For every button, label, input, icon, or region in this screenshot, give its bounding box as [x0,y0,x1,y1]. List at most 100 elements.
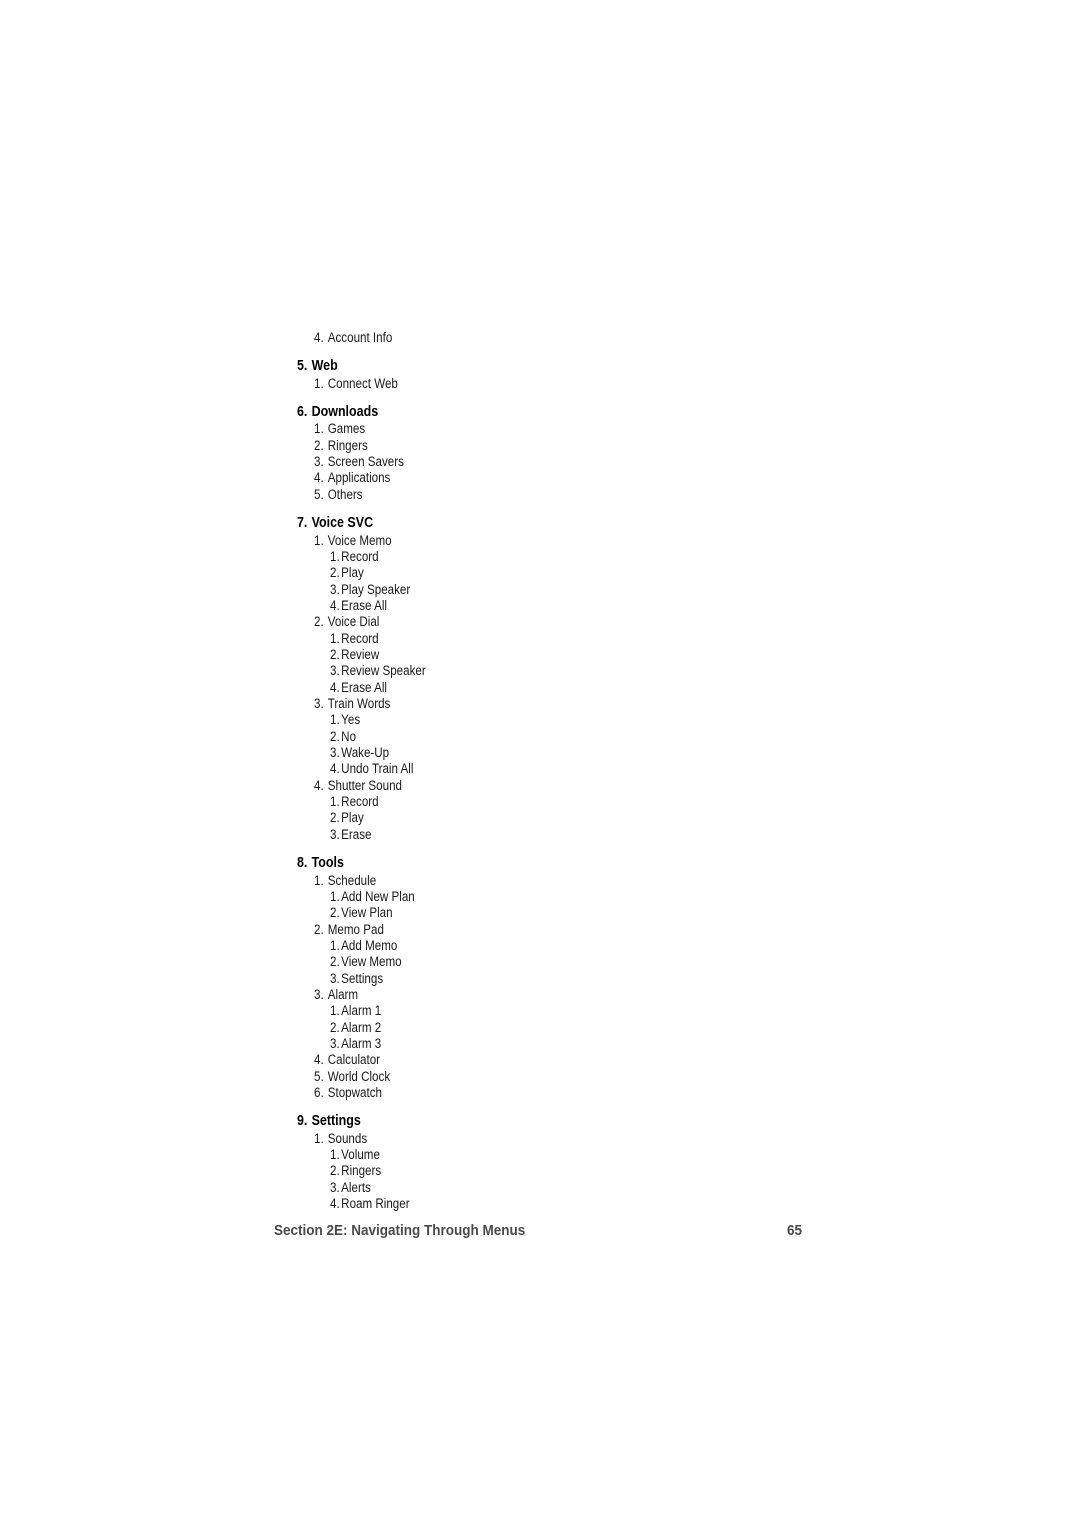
menu-item: 1. Connect Web [314,376,398,392]
submenu-item: 2.Play [330,565,364,581]
item-label: Play Speaker [341,581,411,597]
item-label: Tools [311,855,344,872]
submenu-item: 3.Erase [330,827,372,843]
item-label: Applications [327,470,391,486]
menu-item: 5. Others [314,487,363,503]
item-label: Alarm 2 [341,1019,382,1035]
item-number: 3. [314,454,324,470]
submenu-item: 1.Yes [330,712,360,728]
submenu-item: 1.Add Memo [330,938,397,954]
submenu-item: 2.Alarm 2 [330,1020,381,1036]
submenu-item: 4.Erase All [330,598,387,614]
item-label: Ringers [341,1163,382,1179]
item-number: 1. [330,630,340,646]
item-label: Web [311,358,338,375]
menu-item: 1. Voice Memo [314,533,392,549]
submenu-item: 1.Record [330,794,379,810]
item-number: 2. [330,1019,340,1035]
item-label: Games [327,421,366,437]
menu-heading: 8. Tools [297,855,344,871]
submenu-item: 1.Volume [330,1147,380,1163]
menu-item: 1. Schedule [314,873,376,889]
submenu-item: 2.View Plan [330,905,393,921]
menu-item: 2. Memo Pad [314,922,384,938]
submenu-item: 4.Roam Ringer [330,1196,410,1212]
item-label: Alerts [341,1179,371,1195]
item-label: Play [341,565,364,581]
item-label: Ringers [327,437,368,453]
menu-item: 4. Account Info [314,330,392,346]
item-label: Schedule [327,872,377,888]
item-label: Roam Ringer [341,1196,410,1212]
menu-heading: 7. Voice SVC [297,515,373,531]
item-label: Voice Dial [327,614,380,630]
item-label: Settings [311,1113,361,1130]
item-number: 7. [297,515,308,532]
item-number: 3. [330,745,340,761]
item-label: Stopwatch [327,1085,382,1101]
item-label: View Plan [341,905,393,921]
item-number: 3. [330,1036,340,1051]
footer-page-number: 65 [787,1222,803,1239]
item-number: 9. [297,1113,308,1130]
item-label: Alarm 1 [341,1003,382,1019]
menu-item: 4. Calculator [314,1052,380,1068]
submenu-item: 3.Alarm 3 [330,1036,381,1052]
submenu-item: 3.Settings [330,971,383,987]
item-label: Shutter Sound [327,777,403,793]
footer-section-title: Section 2E: Navigating Through Menus [274,1222,526,1239]
item-number: 1. [314,532,324,548]
item-number: 1. [330,794,340,810]
item-label: Review Speaker [341,663,426,679]
submenu-item: 3.Play Speaker [330,582,410,598]
item-number: 1. [314,375,324,391]
item-number: 2. [330,905,340,921]
item-label: Wake-Up [341,745,390,761]
menu-item: 5. World Clock [314,1069,390,1085]
item-number: 3. [330,970,340,986]
submenu-item: 3.Review Speaker [330,663,426,679]
item-label: View Memo [341,954,402,970]
item-label: Erase [341,826,372,842]
item-label: Undo Train All [341,761,414,777]
item-label: Alarm 3 [341,1036,382,1051]
item-label: Yes [341,712,361,728]
submenu-item: 2.No [330,729,356,745]
item-number: 6. [297,404,308,421]
item-number: 3. [330,581,340,597]
menu-item: 3. Alarm [314,987,358,1003]
submenu-item: 4.Undo Train All [330,761,413,777]
submenu-item: 2.Review [330,647,379,663]
item-label: No [341,728,357,744]
submenu-item: 1.Record [330,549,379,565]
item-label: Account Info [327,330,393,345]
item-number: 2. [314,614,324,630]
item-label: Record [341,630,379,646]
item-number: 1. [314,1130,324,1146]
item-number: 1. [330,712,340,728]
item-label: Add Memo [341,937,398,953]
item-label: Sounds [327,1130,368,1146]
menu-item: 4. Shutter Sound [314,778,402,794]
item-number: 5. [314,1068,324,1084]
item-number: 5. [314,486,324,502]
item-number: 2. [330,728,340,744]
item-label: Voice Memo [327,532,392,548]
menu-item: 6. Stopwatch [314,1085,382,1101]
item-label: World Clock [327,1068,391,1084]
menu-heading: 6. Downloads [297,404,378,420]
item-number: 2. [314,437,324,453]
item-label: Voice SVC [311,515,374,532]
menu-item: 2. Ringers [314,438,368,454]
item-number: 4. [330,761,340,777]
item-number: 2. [330,1163,340,1179]
item-label: Erase All [341,679,388,695]
submenu-item: 1.Alarm 1 [330,1003,381,1019]
item-label: Others [327,486,363,502]
item-label: Erase All [341,597,388,613]
item-number: 4. [330,597,340,613]
item-number: 3. [330,663,340,679]
item-label: Calculator [327,1052,381,1068]
submenu-item: 3.Alerts [330,1180,371,1196]
item-label: Volume [341,1147,380,1163]
